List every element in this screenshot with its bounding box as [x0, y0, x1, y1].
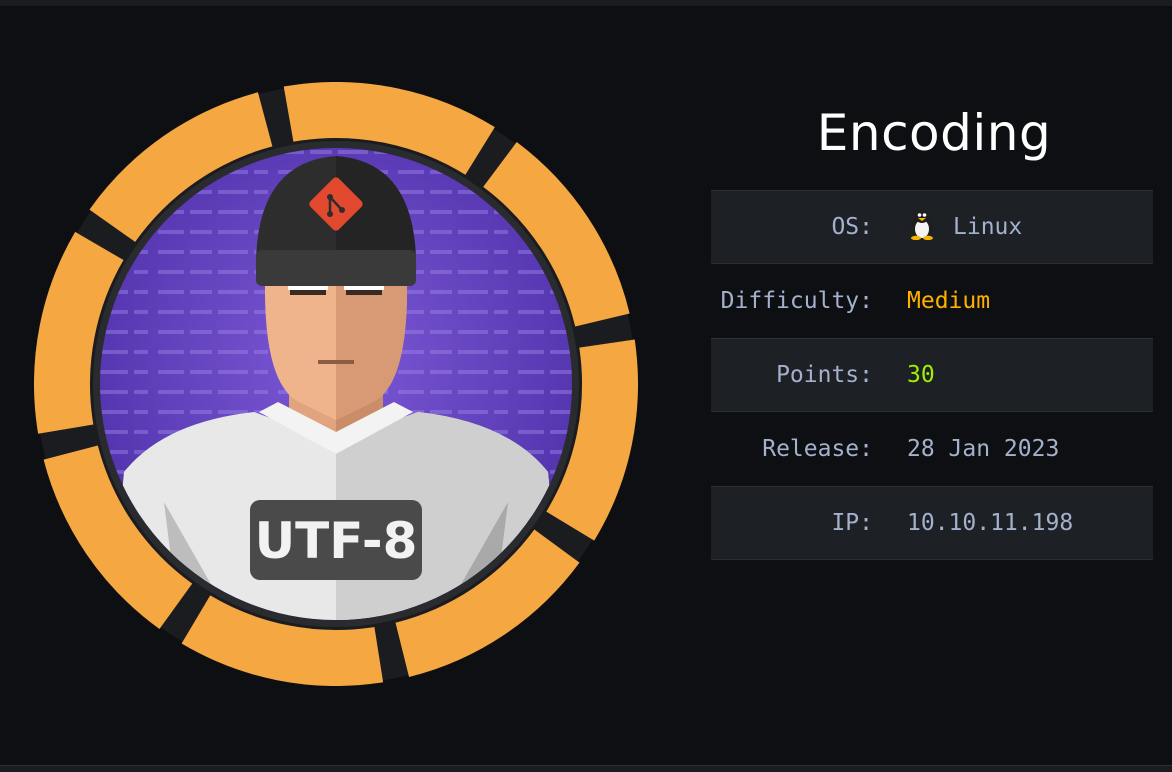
avatar-badge-text: UTF-8 [255, 512, 418, 570]
machine-info-table: OS: Linux Difficulty: Medium Points: 30 … [711, 190, 1153, 560]
info-row-points: Points: 30 [711, 338, 1153, 412]
info-row-release: Release: 28 Jan 2023 [711, 412, 1153, 486]
release-label: Release: [762, 436, 873, 462]
top-nav-strip [0, 0, 1172, 6]
ip-label: IP: [831, 510, 873, 536]
points-label: Points: [776, 362, 873, 388]
os-value: Linux [953, 214, 1023, 240]
release-value: 28 Jan 2023 [907, 436, 1060, 462]
info-row-difficulty: Difficulty: Medium [711, 264, 1153, 338]
info-row-ip: IP: 10.10.11.198 [711, 486, 1153, 560]
os-label: OS: [831, 214, 873, 240]
difficulty-label: Difficulty: [720, 288, 873, 314]
difficulty-value: Medium [907, 288, 991, 314]
os-value-wrap: Linux [907, 208, 1022, 246]
points-value: 30 [907, 362, 935, 388]
info-row-os: OS: Linux [711, 190, 1153, 264]
bottom-strip [0, 765, 1172, 772]
ip-value[interactable]: 10.10.11.198 [907, 510, 1073, 536]
linux-penguin-icon [907, 208, 937, 246]
machine-info-card: UTF-8 Encoding OS: Linux Difficulty: Med… [0, 0, 1172, 772]
machine-avatar: UTF-8 [34, 82, 638, 686]
machine-title: Encoding [816, 104, 1052, 162]
